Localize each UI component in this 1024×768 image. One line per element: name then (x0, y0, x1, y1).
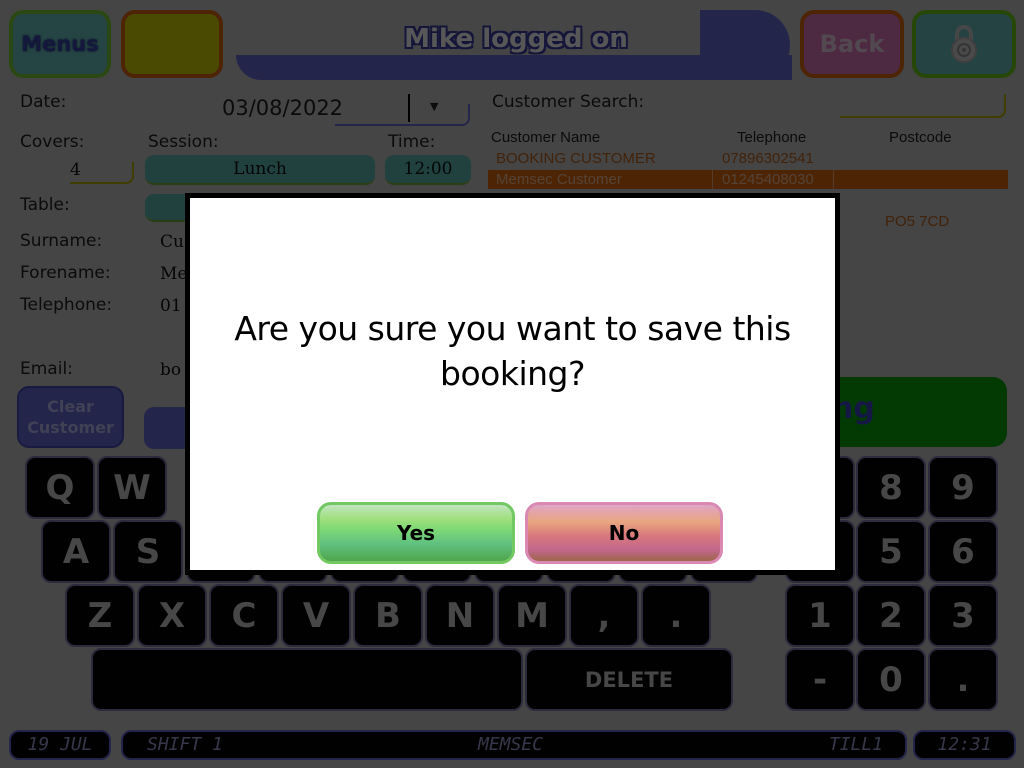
confirm-dialog: Are you sure you want to save this booki… (185, 193, 840, 575)
no-label: No (608, 521, 640, 545)
yes-label: Yes (396, 521, 436, 545)
dialog-message: Are you sure you want to save this booki… (234, 309, 791, 393)
yes-button[interactable]: Yes (317, 502, 515, 564)
no-button[interactable]: No (525, 502, 723, 564)
